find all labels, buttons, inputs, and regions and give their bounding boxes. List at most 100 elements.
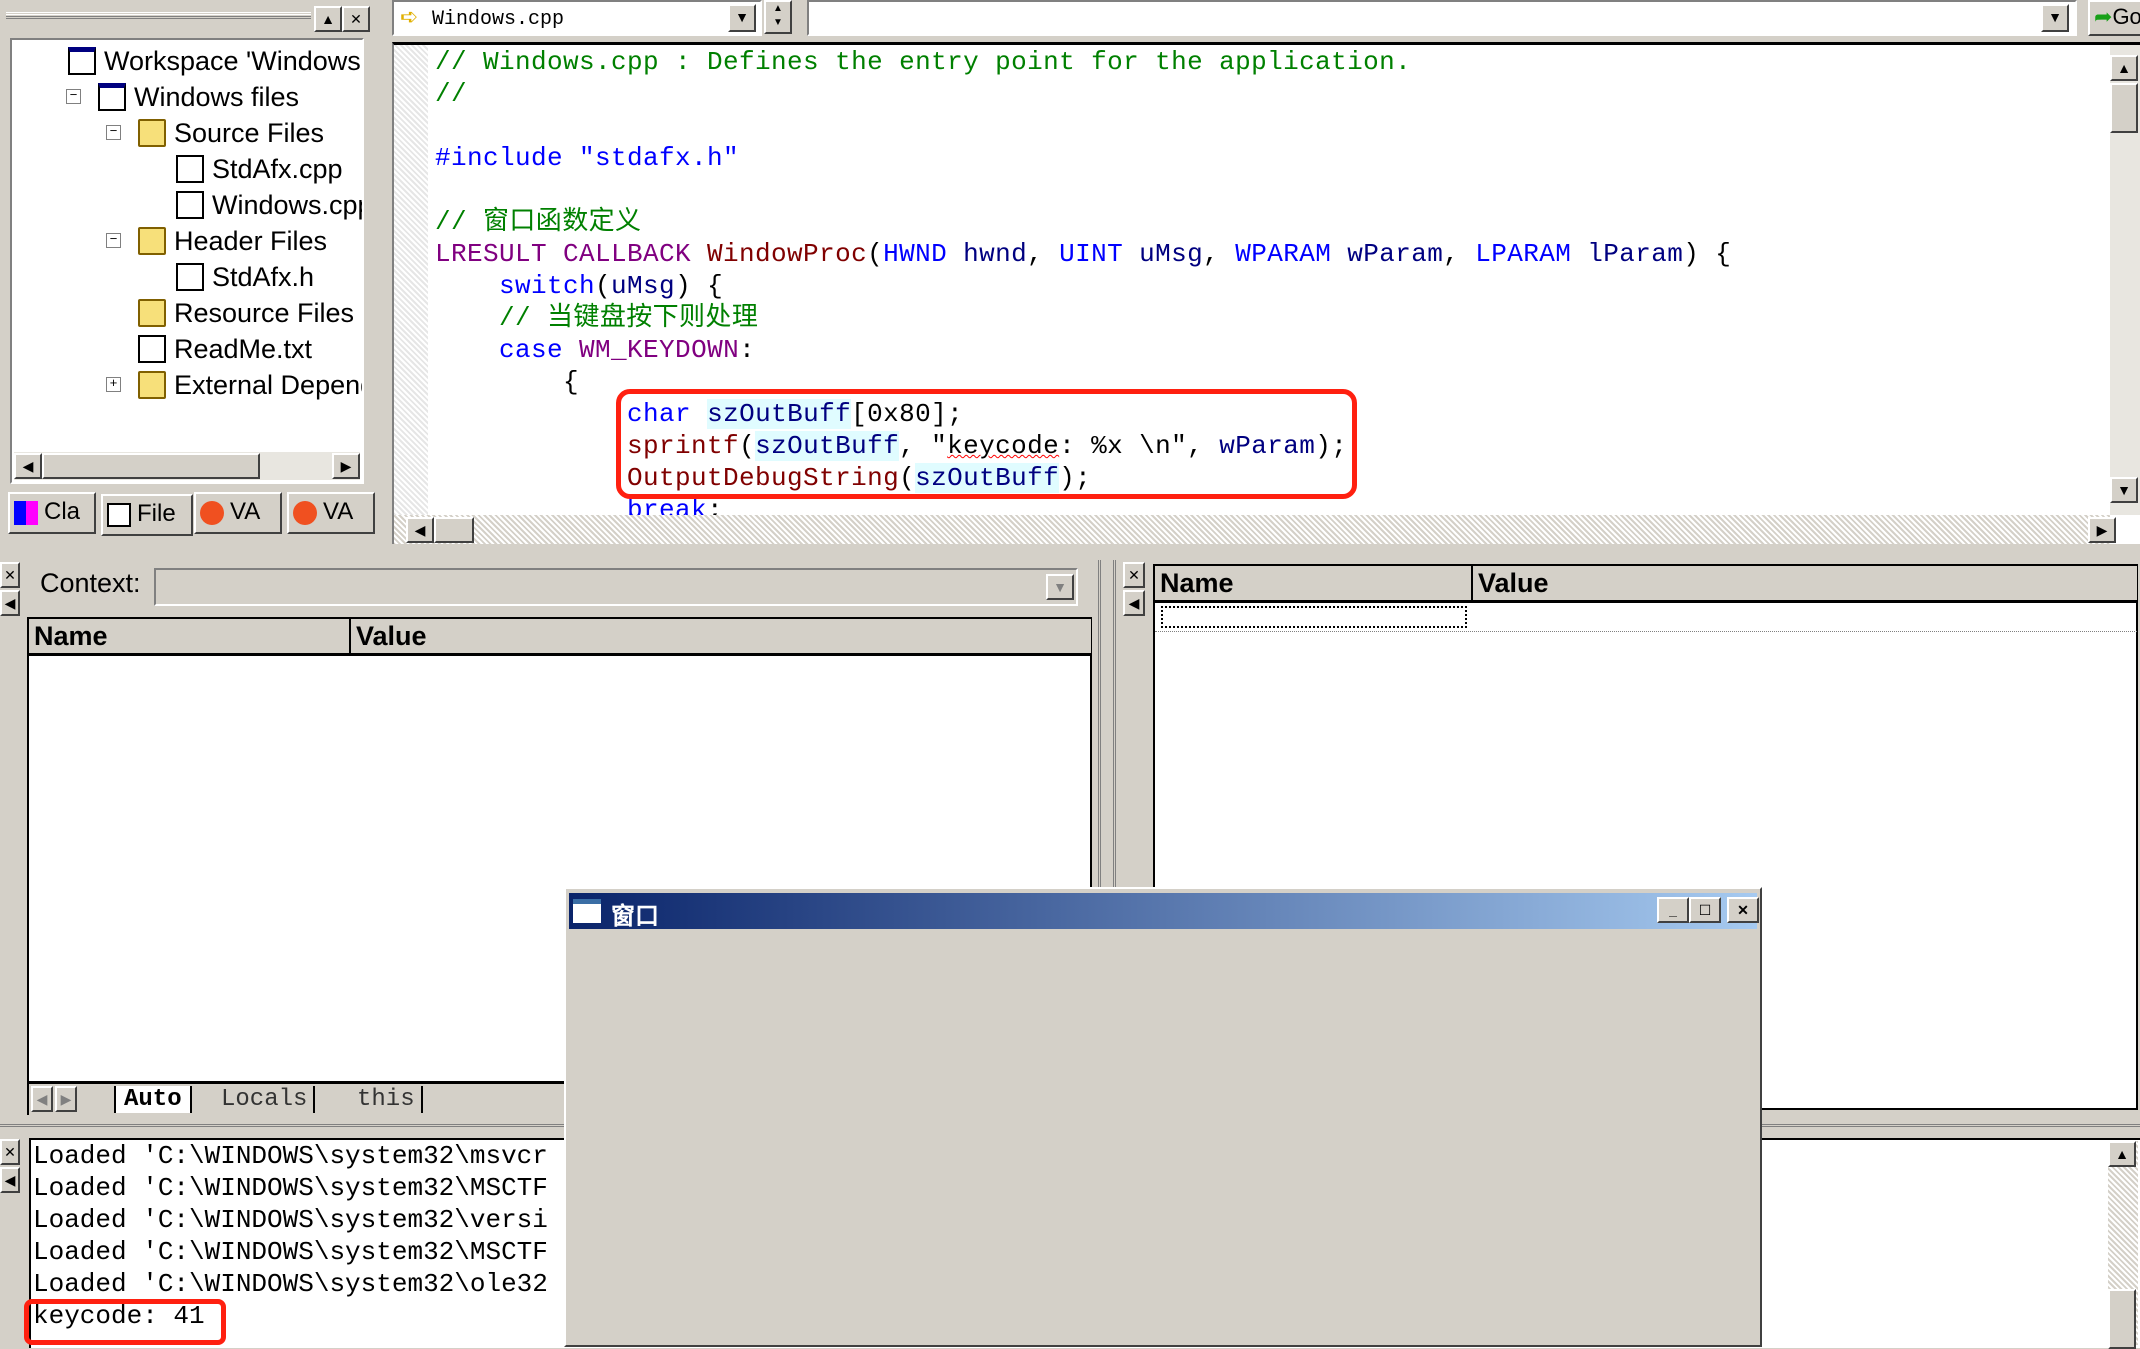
hscroll-right-button[interactable]: ▶: [2088, 517, 2116, 543]
tree-item[interactable]: StdAfx.cpp: [176, 152, 343, 186]
code-token: switch: [499, 271, 596, 301]
output-annotation-box: [24, 1299, 226, 1345]
tree-item-label: Source Files: [174, 117, 325, 148]
output-scroll-thumb[interactable]: [2108, 1289, 2136, 1349]
tab-auto[interactable]: Auto: [114, 1086, 192, 1113]
workspace-tab[interactable]: VA: [194, 492, 282, 534]
cpp-file-icon: [176, 155, 204, 183]
collapse-icon[interactable]: −: [106, 233, 121, 248]
code-token: ,: [1027, 239, 1060, 269]
workspace-pane: ▲ ✕ Workspace 'Windows': − Windows files − S…: [0, 0, 375, 545]
workspace-tab-label: VA: [230, 498, 261, 525]
tree-item[interactable]: External Depend: [138, 368, 362, 402]
spin-button[interactable]: ▲ ▼: [764, 0, 792, 34]
member-combo-dropdown[interactable]: ▼: [2041, 4, 2069, 32]
code-token: {: [435, 367, 580, 397]
tree-item-label: StdAfx.h: [212, 261, 315, 292]
workspace-gripper[interactable]: [6, 12, 311, 19]
visual-assist-outline-icon: [293, 500, 317, 525]
collapse-icon[interactable]: −: [106, 125, 121, 140]
workspace-tree: Workspace 'Windows': − Windows files − Sourc…: [10, 38, 364, 484]
maximize-button[interactable]: ☐: [1689, 897, 1721, 923]
go-button[interactable]: ➦Go: [2088, 0, 2140, 36]
scroll-up-button[interactable]: ▲: [2110, 55, 2138, 81]
tab-this[interactable]: this: [351, 1086, 423, 1113]
hscroll-left-button[interactable]: ◀: [406, 517, 434, 543]
tree-item[interactable]: Windows files: [98, 80, 299, 114]
code-token: // Windows.cpp : Defines the entry point…: [435, 47, 1412, 77]
code-token: hwnd: [947, 239, 1028, 269]
workspace-tab-label: VA: [323, 498, 354, 525]
workspace-tab[interactable]: VA: [287, 492, 375, 534]
tree-item[interactable]: Windows.cpp: [176, 188, 362, 222]
scroll-right-button[interactable]: ▶: [332, 453, 360, 479]
tree-item[interactable]: Resource Files: [138, 296, 354, 330]
vscroll-thumb[interactable]: [2110, 83, 2138, 133]
text-file-icon: [138, 335, 166, 363]
column-header-name[interactable]: Name: [29, 619, 351, 656]
file-combo[interactable]: ➪ Windows.cpp ▼: [392, 0, 762, 36]
tree-item[interactable]: Workspace 'Windows':: [68, 44, 362, 78]
scroll-left-button[interactable]: ◀: [14, 453, 42, 479]
cpp-file-icon: [176, 191, 204, 219]
close-watch-button[interactable]: ✕: [1123, 562, 1145, 588]
member-combo[interactable]: ▼: [807, 0, 2077, 36]
code-line: //: [435, 78, 467, 110]
watch-name-input[interactable]: [1161, 606, 1467, 628]
collapse-icon[interactable]: −: [66, 89, 81, 104]
workspace-tab-label: File: [137, 500, 176, 527]
watch-column-value[interactable]: Value: [1473, 566, 2137, 603]
code-token: uMsg: [1123, 239, 1204, 269]
tree-item[interactable]: ReadMe.txt: [138, 332, 312, 366]
watch-column-name[interactable]: Name: [1155, 566, 1473, 603]
collapse-watch-button[interactable]: ◀: [1123, 590, 1145, 616]
tree-item[interactable]: Source Files: [138, 116, 324, 150]
code-line: // 当键盘按下则处理: [435, 302, 758, 334]
code-line: {: [435, 366, 579, 398]
tab-scroll-left[interactable]: ◀: [31, 1086, 53, 1112]
tree-item-label: StdAfx.cpp: [212, 153, 343, 184]
collapse-variables-button[interactable]: ◀: [0, 590, 20, 616]
editor-vscrollbar[interactable]: ▲ ▼: [2110, 45, 2140, 515]
output-line: Loaded 'C:\WINDOWS\system32\ole32: [33, 1269, 548, 1299]
editor-hscrollbar[interactable]: ◀ ▶: [394, 515, 2116, 544]
expand-icon[interactable]: +: [106, 377, 121, 392]
code-token: ,: [1443, 239, 1476, 269]
context-dropdown[interactable]: ▼: [1046, 574, 1074, 600]
app-title-bar[interactable]: 窗口 _ ☐ ✕: [569, 893, 1759, 930]
close-output-button[interactable]: ✕: [0, 1139, 20, 1165]
tree-hscrollbar[interactable]: ◀ ▶: [14, 452, 360, 480]
maximize-pane-button[interactable]: ▲: [314, 6, 342, 32]
code-editor[interactable]: // Windows.cpp : Defines the entry point…: [392, 42, 2140, 544]
tree-item[interactable]: Header Files: [138, 224, 327, 258]
app-window[interactable]: 窗口 _ ☐ ✕: [564, 887, 1762, 1347]
code-token: WM_KEYDOWN: [579, 335, 740, 365]
file-combo-dropdown[interactable]: ▼: [728, 4, 756, 32]
close-button[interactable]: ✕: [1727, 897, 1759, 923]
header-file-icon: [176, 263, 204, 291]
close-variables-button[interactable]: ✕: [0, 562, 20, 588]
output-vscrollbar[interactable]: ▲: [2108, 1141, 2138, 1349]
scroll-thumb[interactable]: [42, 453, 260, 479]
tab-scroll-right[interactable]: ▶: [55, 1086, 77, 1112]
workspace-tab[interactable]: File: [101, 494, 193, 536]
minimize-button[interactable]: _: [1657, 897, 1689, 923]
context-combo[interactable]: ▼: [154, 568, 1078, 606]
tab-locals[interactable]: Locals: [215, 1086, 316, 1113]
scroll-down-button[interactable]: ▼: [2110, 477, 2138, 503]
column-header-value[interactable]: Value: [351, 619, 1091, 656]
output-scroll-up[interactable]: ▲: [2108, 1141, 2136, 1167]
code-token: uMsg: [611, 271, 676, 301]
folder-icon: [138, 371, 166, 399]
workspace-tab[interactable]: Cla: [8, 492, 96, 534]
tree-item[interactable]: StdAfx.h: [176, 260, 314, 294]
hscroll-thumb[interactable]: [434, 517, 474, 543]
close-pane-button[interactable]: ✕: [342, 6, 370, 32]
code-line: #include "stdafx.h": [435, 142, 739, 174]
watch-new-entry-row[interactable]: [1155, 604, 2137, 632]
code-line: // 窗口函数定义: [435, 206, 641, 238]
collapse-output-button[interactable]: ◀: [0, 1167, 20, 1193]
code-token: wParam: [1331, 239, 1444, 269]
